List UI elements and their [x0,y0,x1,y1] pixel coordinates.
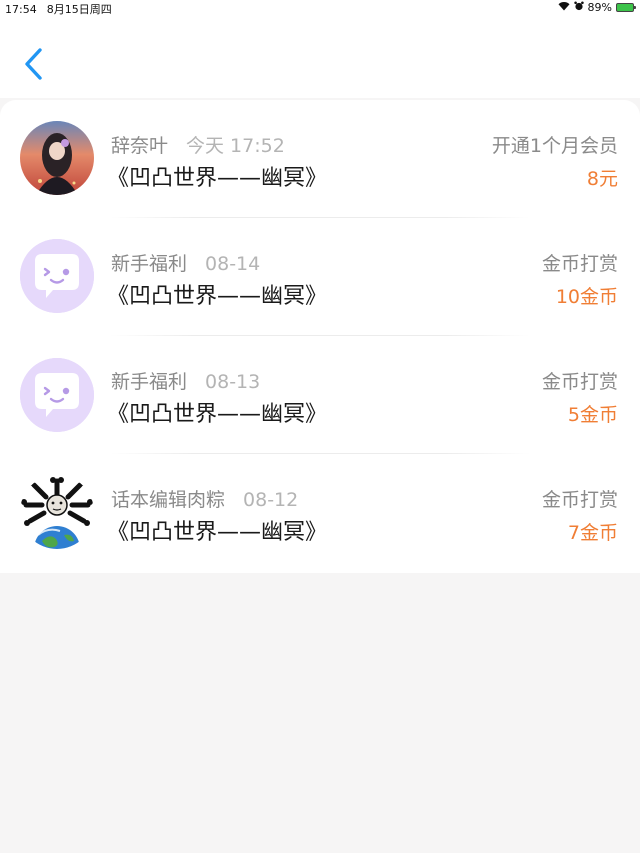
sender-line: 辞奈叶 今天 17:52 [111,131,285,158]
reward-amount: 7金币 [567,522,618,544]
header [0,16,640,98]
sender-name: 新手福利 [111,253,188,275]
chat-bubble-mascot-icon [20,239,94,313]
reward-amount: 5金币 [567,404,618,426]
reward-type: 金币打赏 [541,253,618,275]
record-time: 08-14 [205,253,261,275]
reward-type: 金币打赏 [541,371,618,393]
character-portrait-icon [20,121,94,195]
sender-name: 辞奈叶 [111,135,169,157]
reward-amount: 8元 [586,168,618,190]
work-title: 《凹凸世界——幽冥》 [107,166,328,191]
reward-type: 金币打赏 [541,489,618,511]
back-button[interactable] [18,44,52,84]
status-right: 89% [558,1,636,14]
chevron-left-icon [25,48,42,80]
work-title: 《凹凸世界——幽冥》 [107,520,328,545]
sender-name: 话本编辑肉粽 [111,489,226,511]
sender-line: 话本编辑肉粽 08-12 [111,485,298,512]
battery-percent: 89% [587,1,612,14]
wifi-icon [558,1,570,14]
record-time: 08-13 [205,371,261,393]
record-time: 08-12 [243,489,299,511]
earth-bones-meme-icon [20,475,94,549]
sender-line: 新手福利 08-14 [111,249,260,276]
reward-type: 开通1个月会员 [491,135,618,157]
status-bar: 17:54 8月15日周四 89% [0,0,640,16]
avatar[interactable] [20,358,94,432]
reward-amount: 10金币 [555,286,618,308]
alarm-clock-icon [573,1,584,14]
avatar[interactable] [20,121,94,195]
status-left: 17:54 8月15日周四 [5,1,112,17]
sender-name: 新手福利 [111,371,188,393]
list-item[interactable]: 辞奈叶 今天 17:52 《凹凸世界——幽冥》 开通1个月会员 8元 [0,100,640,218]
chat-bubble-mascot-icon [20,358,94,432]
work-title: 《凹凸世界——幽冥》 [107,284,328,309]
list-item[interactable]: 新手福利 08-14 《凹凸世界——幽冥》 金币打赏 10金币 [0,218,640,336]
record-time: 今天 17:52 [186,135,285,157]
work-title: 《凹凸世界——幽冥》 [107,402,328,427]
avatar[interactable] [20,239,94,313]
battery-icon [616,3,636,12]
sender-line: 新手福利 08-13 [111,367,260,394]
status-date: 8月15日周四 [46,3,112,16]
status-time: 17:54 [5,2,37,16]
reward-record-list: 辞奈叶 今天 17:52 《凹凸世界——幽冥》 开通1个月会员 8元 新手福利 08… [0,100,640,573]
list-item[interactable]: 新手福利 08-13 《凹凸世界——幽冥》 金币打赏 5金币 [0,336,640,454]
avatar[interactable] [20,475,94,549]
list-item[interactable]: 话本编辑肉粽 08-12 《凹凸世界——幽冥》 金币打赏 7金币 [0,454,640,572]
